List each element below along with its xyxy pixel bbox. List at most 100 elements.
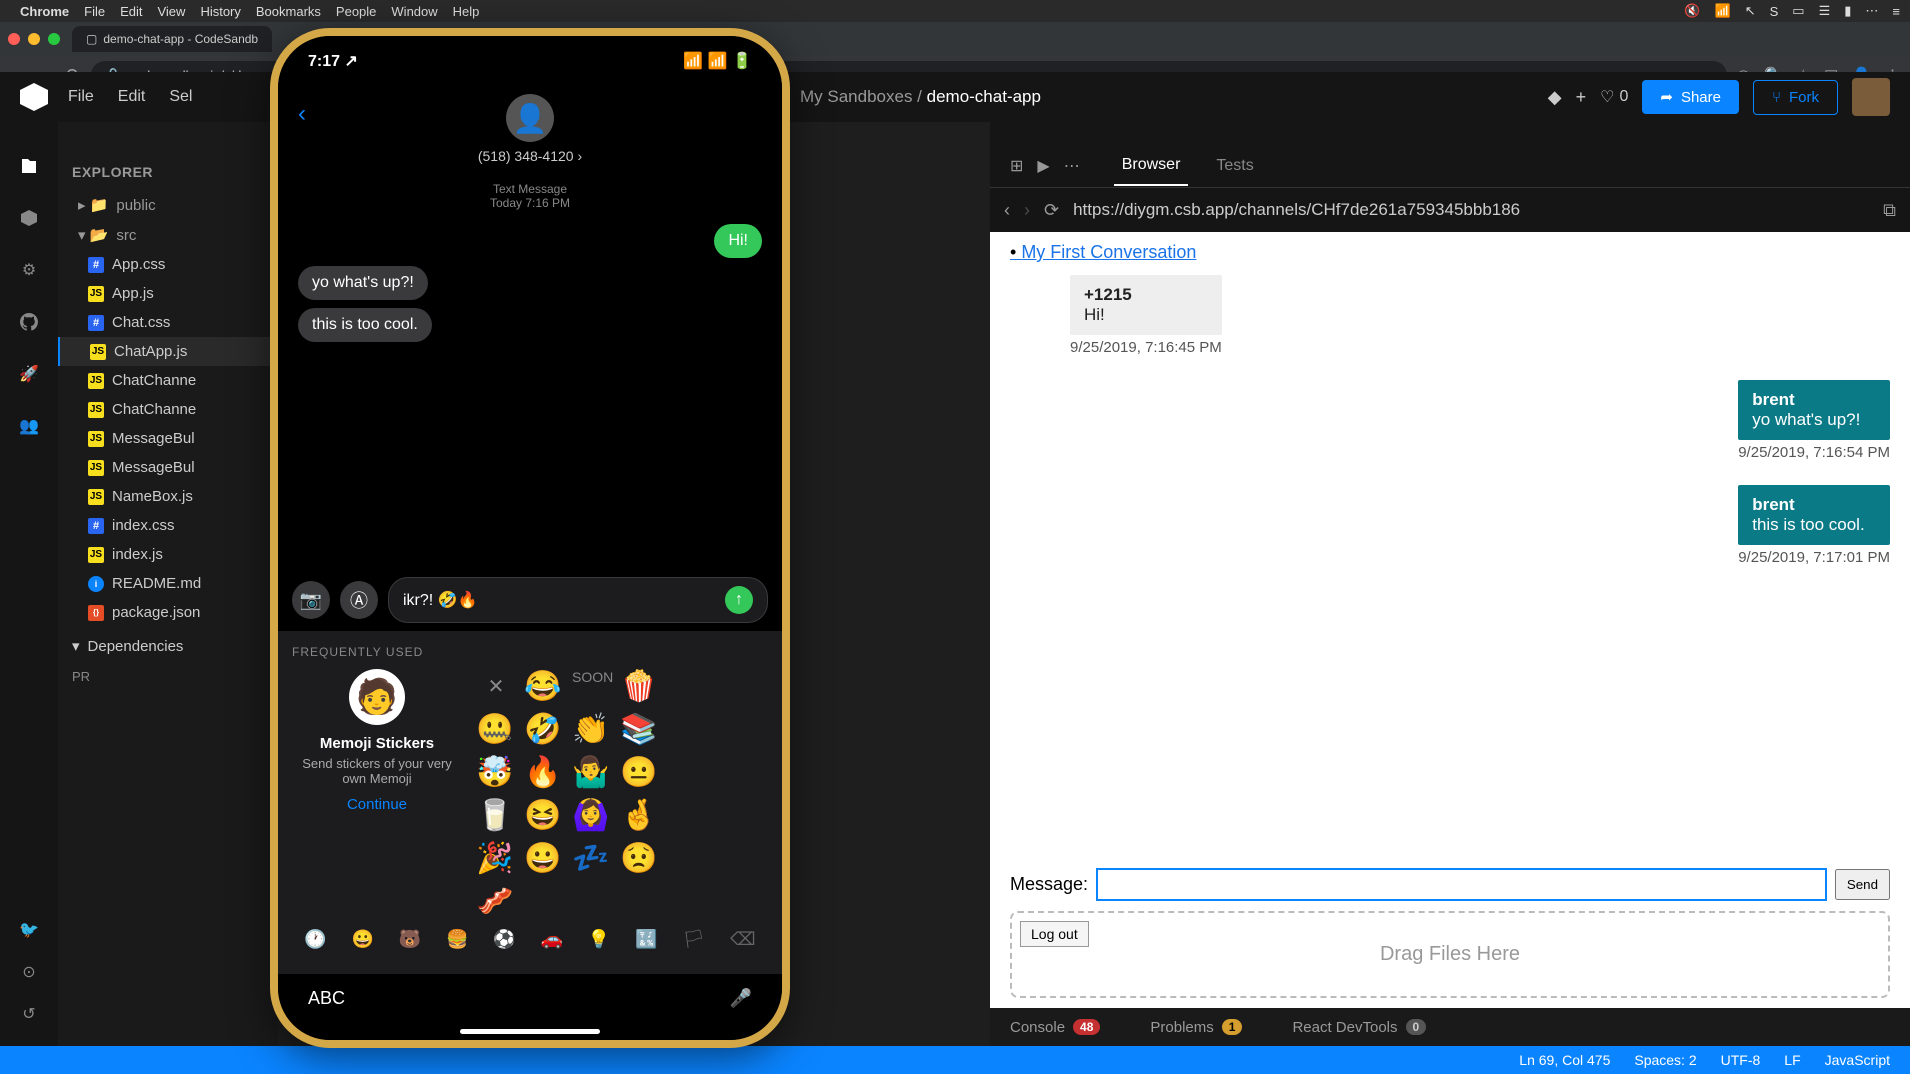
emoji-item[interactable]: 😐 <box>620 755 660 790</box>
appstore-button[interactable]: Ⓐ <box>340 581 378 619</box>
menubar-edit[interactable]: Edit <box>120 4 142 19</box>
file-item[interactable]: JSApp.js <box>58 279 278 308</box>
message-input[interactable] <box>1096 868 1827 901</box>
status-encoding[interactable]: UTF-8 <box>1721 1052 1761 1068</box>
breadcrumb[interactable]: My Sandboxes / demo-chat-app <box>800 87 1041 107</box>
emoji-close[interactable]: ✕ <box>476 669 516 704</box>
status-eol[interactable]: LF <box>1784 1052 1800 1068</box>
explorer-icon[interactable] <box>17 154 41 178</box>
menubar-app-name[interactable]: Chrome <box>20 4 69 19</box>
emoji-backspace[interactable]: ⌫ <box>730 929 755 950</box>
window-close-button[interactable] <box>8 33 20 45</box>
contact-avatar[interactable]: 👤 <box>506 94 554 142</box>
rocket-icon[interactable]: 🚀 <box>17 362 41 386</box>
emoji-item[interactable]: SOON <box>572 669 612 704</box>
drag-files-zone[interactable]: Log out Drag Files Here <box>1010 911 1890 998</box>
emoji-item[interactable]: 🥛 <box>476 798 516 833</box>
file-item[interactable]: JSChatChanne <box>58 366 278 395</box>
layout-icon[interactable]: ⊞ <box>1010 156 1023 176</box>
file-item[interactable]: JSMessageBul <box>58 453 278 482</box>
conversation-link[interactable]: My First Conversation <box>1010 242 1890 263</box>
file-item[interactable]: #App.css <box>58 250 278 279</box>
phone-back-button[interactable]: ‹ <box>298 100 306 128</box>
file-item[interactable]: {}package.json <box>58 598 278 627</box>
tab-tests[interactable]: Tests <box>1208 147 1261 185</box>
menubar-bookmarks[interactable]: Bookmarks <box>256 4 321 19</box>
contact-number[interactable]: (518) 348-4120 › <box>278 148 782 164</box>
status-position[interactable]: Ln 69, Col 475 <box>1519 1052 1610 1068</box>
emoji-tab-symbols[interactable]: 🔣 <box>635 929 657 950</box>
emoji-item[interactable]: 🙆‍♀️ <box>572 798 612 833</box>
phone-message-input[interactable]: ikr?! 🤣🔥 ↑ <box>388 577 768 623</box>
more-icon[interactable]: ⋯ <box>1064 156 1080 176</box>
emoji-item[interactable]: 🍿 <box>620 669 660 704</box>
emoji-item[interactable]: 🤷‍♂️ <box>572 755 612 790</box>
siri-icon[interactable]: ≡ <box>1892 4 1900 19</box>
phone-message[interactable]: this is too cool. <box>298 308 432 342</box>
emoji-tab-animals[interactable]: 🐻 <box>399 929 421 950</box>
emoji-item[interactable]: 📚 <box>620 712 660 747</box>
add-icon[interactable]: + <box>1576 87 1587 108</box>
emoji-item[interactable]: 😀 <box>524 841 564 876</box>
preview-back-icon[interactable]: ‹ <box>1004 200 1010 221</box>
console-tab[interactable]: Console48 <box>1010 1019 1100 1036</box>
menubar-file[interactable]: File <box>84 4 105 19</box>
file-item[interactable]: #Chat.css <box>58 308 278 337</box>
preview-url[interactable]: https://diygm.csb.app/channels/CHf7de261… <box>1073 200 1869 220</box>
phone-message[interactable]: yo what's up?! <box>298 266 428 300</box>
cs-menu-file[interactable]: File <box>68 88 94 106</box>
menubar-people[interactable]: People <box>336 4 376 19</box>
chrome-tab[interactable]: ▢ demo-chat-app - CodeSandb <box>72 26 272 52</box>
console-tab[interactable]: Problems1 <box>1150 1019 1242 1036</box>
menubar-help[interactable]: Help <box>453 4 480 19</box>
emoji-item[interactable]: 🤣 <box>524 712 564 747</box>
folder-src[interactable]: ▾ 📂src <box>58 220 278 250</box>
fork-button[interactable]: ⑂ Fork <box>1753 80 1838 115</box>
abc-button[interactable]: ABC <box>308 988 345 1009</box>
file-item[interactable]: JSNameBox.js <box>58 482 278 511</box>
file-item[interactable]: JSChatChanne <box>58 395 278 424</box>
s-icon[interactable]: S <box>1770 4 1779 19</box>
tab-browser[interactable]: Browser <box>1114 146 1189 186</box>
file-item[interactable]: #index.css <box>58 511 278 540</box>
codesandbox-logo[interactable] <box>20 83 48 111</box>
file-item[interactable]: JSMessageBul <box>58 424 278 453</box>
volume-icon[interactable]: 🔇 <box>1684 3 1700 19</box>
menu-extra-icon[interactable]: ☰ <box>1819 3 1831 19</box>
camera-button[interactable]: 📷 <box>292 581 330 619</box>
live-icon[interactable]: 👥 <box>17 414 41 438</box>
logout-button[interactable]: Log out <box>1020 921 1089 947</box>
emoji-item[interactable]: 🔥 <box>524 755 564 790</box>
preview-reload-icon[interactable]: ⟳ <box>1044 200 1059 221</box>
github-icon[interactable] <box>17 310 41 334</box>
battery-icon[interactable]: ▮ <box>1844 3 1851 19</box>
display-icon[interactable]: ▭ <box>1792 3 1804 19</box>
cube-icon[interactable] <box>17 206 41 230</box>
dependencies-section[interactable]: ▾ Dependencies <box>58 627 278 665</box>
preview-popout-icon[interactable]: ⧉ <box>1883 200 1896 221</box>
emoji-tab-activity[interactable]: ⚽ <box>493 929 515 950</box>
emoji-item[interactable]: 🤐 <box>476 712 516 747</box>
phone-message[interactable]: Hi! <box>714 224 762 258</box>
send-button[interactable]: Send <box>1835 869 1890 900</box>
emoji-item[interactable]: 🥓 <box>476 884 516 919</box>
cs-menu-edit[interactable]: Edit <box>118 88 146 106</box>
user-avatar[interactable] <box>1852 78 1890 116</box>
wifi-icon[interactable]: 📶 <box>1715 3 1731 19</box>
preview-forward-icon[interactable]: › <box>1024 200 1030 221</box>
emoji-item[interactable]: 💤 <box>572 841 612 876</box>
emoji-tab-travel[interactable]: 🚗 <box>541 929 563 950</box>
likes-counter[interactable]: ♡ 0 <box>1600 87 1628 107</box>
phone-send-button[interactable]: ↑ <box>725 586 753 614</box>
memoji-avatar[interactable]: 🧑 <box>349 669 405 725</box>
twitter-icon[interactable]: 🐦 <box>17 918 41 942</box>
menubar-view[interactable]: View <box>157 4 185 19</box>
emoji-item[interactable]: 🎉 <box>476 841 516 876</box>
play-icon[interactable]: ▶ <box>1037 156 1049 176</box>
emoji-item[interactable]: 🤯 <box>476 755 516 790</box>
emoji-tab-flags[interactable]: 🏳 <box>682 929 705 950</box>
console-tab[interactable]: React DevTools0 <box>1292 1019 1426 1036</box>
mic-button[interactable]: 🎤 <box>730 988 752 1009</box>
emoji-item[interactable]: 😟 <box>620 841 660 876</box>
deploy-icon[interactable]: ◆ <box>1548 87 1562 108</box>
